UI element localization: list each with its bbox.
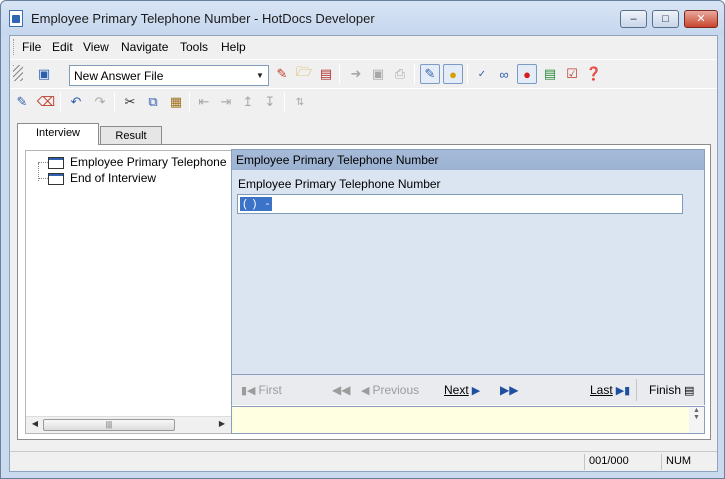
toolbar-grip[interactable] (13, 65, 23, 81)
cut-icon[interactable]: ✂ (120, 92, 140, 112)
tree-connector (38, 178, 48, 179)
interview-panel: Employee Primary Telephone End of Interv… (17, 144, 711, 440)
finish-icon: ▤ (684, 385, 695, 397)
answer-file-properties-icon[interactable]: ▤ (316, 64, 336, 84)
menu-grip (13, 39, 15, 55)
tree-connector (38, 162, 48, 163)
status-page-count: 001/000 (584, 454, 659, 470)
next-label: Next (444, 383, 469, 397)
last-button[interactable]: Last ▶▮ (590, 383, 633, 397)
last-icon: ▶▮ (615, 385, 631, 397)
dialog-icon (48, 157, 64, 169)
print-icon[interactable]: ⎙ (390, 64, 410, 84)
edit-icon[interactable]: ✎ (420, 64, 440, 84)
tree-horizontal-scrollbar[interactable]: ◀ ||| ▶ (26, 416, 231, 433)
finish-label: Finish (649, 383, 682, 397)
last-label: Last (590, 383, 613, 397)
undo-icon[interactable]: ↶ (66, 92, 86, 112)
toolbar-separator (284, 92, 285, 112)
status-bar: 001/000 NUM (10, 451, 717, 471)
paste-icon[interactable]: ▦ (166, 92, 186, 112)
notes-scrollbar[interactable]: ▲ ▼ (689, 407, 704, 433)
answer-file-combo[interactable]: New Answer File ▼ (69, 65, 269, 86)
assemble-icon[interactable]: ➜ (346, 64, 366, 84)
hotdocs-app-icon (9, 10, 23, 27)
document-icon[interactable]: ▣ (34, 64, 54, 84)
tab-result[interactable]: Result (100, 126, 162, 146)
answer-file-value: New Answer File (74, 69, 164, 83)
move-up-icon[interactable]: ↥ (238, 92, 258, 112)
first-button[interactable]: ▮◀ First (238, 383, 282, 397)
menu-file[interactable]: File (18, 40, 45, 54)
dialog-title: Employee Primary Telephone Number (232, 150, 704, 170)
forward-fast-icon[interactable]: ▶▶ (500, 383, 518, 397)
lightbulb-icon[interactable]: ● (443, 64, 463, 84)
first-icon: ▮◀ (241, 385, 256, 397)
tab-interview[interactable]: Interview (17, 123, 99, 145)
edit-pencil-icon[interactable]: ✎ (12, 92, 32, 112)
minimize-button[interactable]: – (620, 10, 647, 28)
chevron-down-icon[interactable]: ▼ (252, 66, 268, 85)
field-prompt: Employee Primary Telephone Number (238, 177, 441, 191)
new-answer-file-icon[interactable]: ✎ (272, 64, 292, 84)
menu-tools[interactable]: Tools (176, 40, 212, 54)
navigation-bar: ▮◀ First ◀◀ ◀ Previous Next ▶ ▶▶ Last ▶▮ Fin… (231, 375, 705, 405)
tree-item-label: Employee Primary Telephone (70, 155, 227, 169)
toolbar-separator (339, 64, 340, 84)
redo-icon[interactable]: ↷ (90, 92, 110, 112)
open-answer-file-icon[interactable]: 🗁 (294, 64, 314, 84)
title-bar: Employee Primary Telephone Number - HotD… (1, 1, 724, 35)
eraser-icon[interactable]: ⌫ (36, 92, 56, 112)
dialog-icon (48, 173, 64, 185)
menu-navigate[interactable]: Navigate (117, 40, 172, 54)
toolbar-edit: ✎ ⌫ ↶ ↷ ✂ ⧉ ▦ ⇤ ⇥ ↥ ↧ ⇅ (10, 88, 717, 114)
outdent-icon[interactable]: ⇤ (194, 92, 214, 112)
indent-icon[interactable]: ⇥ (216, 92, 236, 112)
notes-pane[interactable]: ▲ ▼ (231, 406, 705, 434)
menu-bar: File Edit View Navigate Tools Help (10, 36, 717, 58)
import-icon[interactable]: ▤ (540, 64, 560, 84)
back-fast-icon[interactable]: ◀◀ (332, 383, 350, 397)
maximize-button[interactable]: □ (652, 10, 679, 28)
move-down-icon[interactable]: ↧ (260, 92, 280, 112)
help-icon[interactable]: ❓ (584, 64, 604, 84)
scroll-left-icon[interactable]: ◀ (28, 419, 42, 431)
dialog-pane: Employee Primary Telephone Number Employ… (231, 149, 705, 375)
scroll-thumb[interactable]: ||| (43, 419, 175, 431)
menu-edit[interactable]: Edit (48, 40, 77, 54)
record-icon[interactable]: ● (517, 64, 537, 84)
scroll-right-icon[interactable]: ▶ (215, 419, 229, 431)
menu-help[interactable]: Help (217, 40, 250, 54)
previous-label: Previous (372, 383, 420, 397)
window-title: Employee Primary Telephone Number - HotD… (31, 11, 375, 26)
toolbar-main: ▣ New Answer File ▼ ✎ 🗁 ▤ ➜ ▣ ⎙ ✎ ● ✓ ∞ … (10, 59, 717, 87)
link-icon[interactable]: ∞ (494, 64, 514, 84)
first-label: First (258, 383, 282, 397)
menu-view[interactable]: View (79, 40, 113, 54)
toolbar-separator (467, 64, 468, 84)
close-button[interactable]: ✕ (684, 10, 718, 28)
tree-item-label: End of Interview (70, 171, 157, 185)
spell-check-icon[interactable]: ✓ (472, 64, 492, 84)
sort-az-icon[interactable]: ⇅ (290, 92, 310, 112)
status-num-lock: NUM (661, 454, 716, 470)
checklist-icon[interactable]: ☑ (562, 64, 582, 84)
previous-icon: ◀ (361, 385, 370, 397)
toolbar-separator (114, 92, 115, 112)
phone-number-input[interactable]: ( ) - (237, 194, 683, 214)
interview-outline-tree[interactable]: Employee Primary Telephone End of Interv… (25, 150, 232, 434)
toolbar-separator (60, 92, 61, 112)
nav-separator (636, 379, 637, 401)
toolbar-separator (189, 92, 190, 112)
next-icon: ▶ (471, 385, 481, 397)
toolbar-separator (414, 64, 415, 84)
save-icon[interactable]: ▣ (368, 64, 388, 84)
finish-button[interactable]: Finish ▤ (649, 383, 697, 397)
phone-number-value: ( ) - (240, 197, 273, 211)
copy-icon[interactable]: ⧉ (143, 92, 163, 112)
next-button[interactable]: Next ▶ (444, 383, 483, 397)
client-area: File Edit View Navigate Tools Help ▣ New… (9, 35, 718, 472)
app-window: Employee Primary Telephone Number - HotD… (0, 0, 725, 479)
previous-button[interactable]: ◀ Previous (358, 383, 419, 397)
